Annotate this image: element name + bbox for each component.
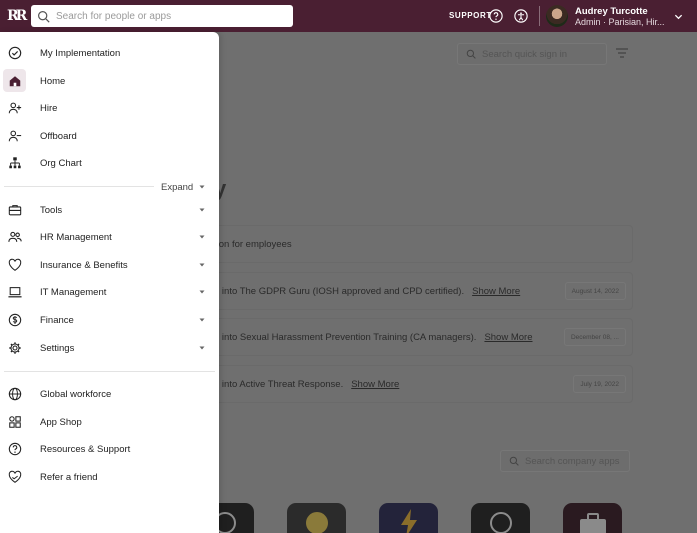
show-more-link[interactable]: Show More	[484, 332, 532, 343]
show-more-link[interactable]: Show More	[472, 286, 520, 297]
chevron-down-icon	[199, 346, 205, 350]
user-plus-icon	[7, 101, 22, 116]
card-date: August 14, 2022	[564, 282, 626, 300]
app-tile[interactable]	[563, 503, 622, 533]
filter-icon[interactable]	[615, 47, 629, 59]
globe-icon	[7, 387, 22, 402]
sidebar-item-label: Org Chart	[40, 157, 82, 169]
app-icon	[305, 512, 328, 533]
chevron-down-icon	[199, 290, 205, 294]
support-link[interactable]: SUPPORT	[449, 11, 492, 20]
sidebar-item-label: My Implementation	[40, 47, 121, 59]
gear-icon	[7, 341, 22, 356]
sidebar-menu: My Implementation Home Hire Offboard Org…	[0, 32, 219, 533]
app-tile[interactable]	[287, 503, 346, 533]
accessibility-icon[interactable]	[514, 9, 528, 23]
app-icon	[489, 512, 512, 533]
activity-card[interactable]: d into Sexual Harassment Prevention Trai…	[214, 319, 632, 355]
sidebar-item-settings[interactable]: Settings	[0, 337, 219, 359]
dollar-icon	[7, 313, 22, 328]
show-more-link[interactable]: Show More	[351, 379, 399, 390]
sidebar-item-label: Finance	[40, 314, 74, 326]
activity-card[interactable]: tion for employees	[214, 226, 632, 262]
help-icon[interactable]	[489, 9, 503, 23]
sidebar-item-label: Tools	[40, 204, 63, 216]
sidebar-item-hire[interactable]: Hire	[0, 97, 219, 119]
avatar[interactable]	[546, 5, 568, 27]
sidebar-item-label: Global workforce	[40, 388, 112, 400]
sidebar-item-app-shop[interactable]: App Shop	[0, 411, 219, 433]
sidebar-item-refer-a-friend[interactable]: Refer a friend	[0, 466, 219, 488]
global-search-input[interactable]	[56, 10, 276, 22]
search-icon	[509, 456, 519, 466]
chevron-down-icon	[199, 318, 205, 322]
check-circle-icon	[7, 46, 22, 61]
chevron-down-icon	[199, 263, 205, 267]
org-chart-icon	[7, 156, 22, 171]
sidebar-item-it-management[interactable]: IT Management	[0, 281, 219, 303]
sidebar-item-org-chart[interactable]: Org Chart	[0, 152, 219, 174]
home-icon	[7, 74, 22, 89]
sidebar-item-label: Refer a friend	[40, 471, 98, 483]
chevron-down-icon	[199, 208, 205, 212]
sidebar-item-insurance-benefits[interactable]: Insurance & Benefits	[0, 254, 219, 276]
card-text: d into Sexual Harassment Prevention Trai…	[214, 331, 477, 343]
laptop-icon	[7, 285, 22, 300]
sidebar-item-label: App Shop	[40, 416, 82, 428]
activity-card[interactable]: d into Active Threat Response. Show More…	[214, 366, 632, 402]
search-icon	[38, 10, 50, 23]
card-text: d into The GDPR Guru (IOSH approved and …	[214, 285, 465, 297]
refer-heart-icon	[7, 470, 22, 485]
sidebar-item-resources-support[interactable]: Resources & Support	[0, 438, 219, 460]
chevron-down-icon	[199, 235, 205, 239]
sidebar-item-finance[interactable]: Finance	[0, 309, 219, 331]
sidebar-item-label: Insurance & Benefits	[40, 259, 128, 271]
card-date: July 19, 2022	[573, 375, 626, 393]
sidebar-item-label: Offboard	[40, 130, 77, 142]
sidebar-item-label: Home	[40, 75, 66, 87]
sidebar-item-hr-management[interactable]: HR Management	[0, 226, 219, 248]
chevron-down-icon[interactable]	[199, 184, 205, 190]
quick-signin-placeholder: Search quick sign in	[482, 48, 568, 60]
global-search[interactable]	[31, 5, 293, 27]
sidebar-item-tools[interactable]: Tools	[0, 199, 219, 221]
company-apps-placeholder: Search company apps	[525, 455, 620, 467]
user-role[interactable]: Admin · Parisian, Hir...	[575, 17, 667, 27]
sidebar-item-label: HR Management	[40, 231, 112, 243]
people-icon	[7, 230, 22, 245]
sidebar-item-label: Settings	[40, 342, 75, 354]
chevron-down-icon[interactable]	[674, 12, 683, 21]
rippling-logo[interactable]: RR	[7, 8, 27, 24]
sidebar-item-label: Resources & Support	[40, 443, 131, 455]
sidebar-item-label: IT Management	[40, 286, 107, 298]
app-tile[interactable]	[379, 503, 438, 533]
briefcase-icon	[580, 513, 606, 533]
sidebar-item-global-workforce[interactable]: Global workforce	[0, 383, 219, 405]
activity-card[interactable]: d into The GDPR Guru (IOSH approved and …	[214, 273, 632, 309]
sidebar-item-home[interactable]: Home	[0, 70, 219, 92]
top-bar: RR SUPPORT Audrey Turcotte Admin · Paris…	[0, 0, 697, 32]
search-icon	[466, 49, 476, 59]
lightning-icon	[401, 509, 417, 533]
topbar-divider	[539, 6, 540, 26]
sidebar-item-offboard[interactable]: Offboard	[0, 125, 219, 147]
card-text: d into Active Threat Response.	[214, 378, 344, 390]
card-text: tion for employees	[214, 238, 292, 250]
user-minus-icon	[7, 129, 22, 144]
sidebar-item-my-implementation[interactable]: My Implementation	[0, 42, 219, 64]
app-tile[interactable]	[471, 503, 530, 533]
question-icon	[7, 442, 22, 457]
divider	[4, 371, 215, 372]
quick-signin-search[interactable]: Search quick sign in	[457, 43, 607, 65]
expand-toggle[interactable]: Expand	[161, 182, 193, 193]
app-shop-icon	[7, 415, 22, 430]
card-date: December 08, ...	[563, 328, 626, 346]
user-name[interactable]: Audrey Turcotte	[575, 6, 648, 17]
heart-icon	[7, 258, 22, 273]
toolbox-icon	[7, 203, 22, 218]
sidebar-item-label: Hire	[40, 102, 58, 114]
company-apps-search[interactable]: Search company apps	[500, 450, 630, 472]
divider	[4, 186, 154, 187]
